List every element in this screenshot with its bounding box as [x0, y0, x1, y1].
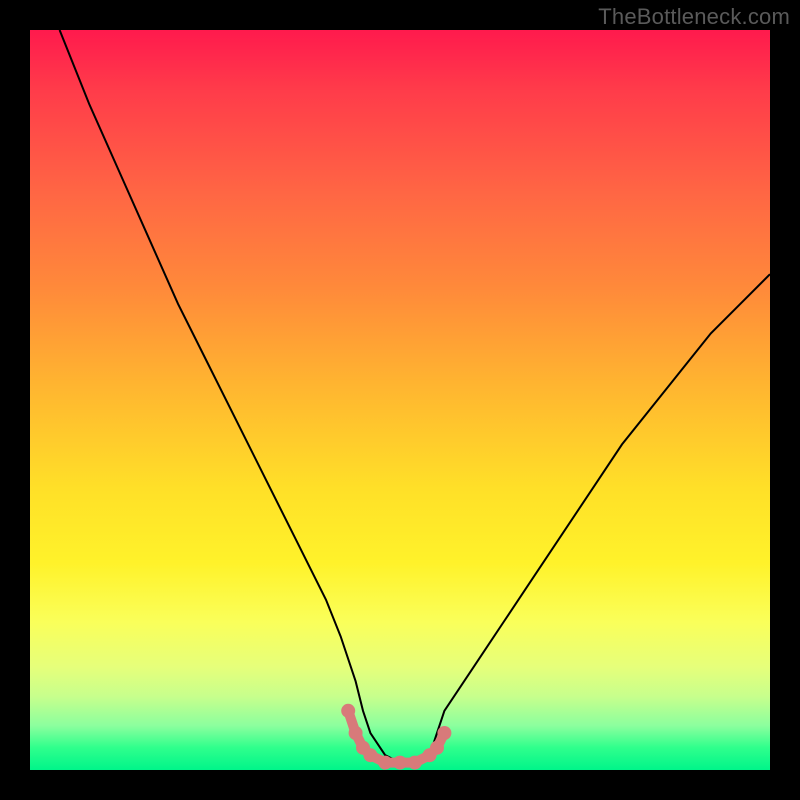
bottom-marker-dot — [378, 756, 392, 770]
bottom-marker-dot — [393, 756, 407, 770]
chart-svg — [30, 30, 770, 770]
bottom-marker-dot — [363, 748, 377, 762]
plot-area — [30, 30, 770, 770]
bottleneck-curve — [60, 30, 770, 763]
bottom-marker-dot — [408, 756, 422, 770]
chart-frame: TheBottleneck.com — [0, 0, 800, 800]
watermark-text: TheBottleneck.com — [598, 4, 790, 30]
bottom-marker-dot — [341, 704, 355, 718]
bottom-marker-dot — [437, 726, 451, 740]
bottom-marker-dot — [430, 741, 444, 755]
bottom-marker-dot — [349, 726, 363, 740]
